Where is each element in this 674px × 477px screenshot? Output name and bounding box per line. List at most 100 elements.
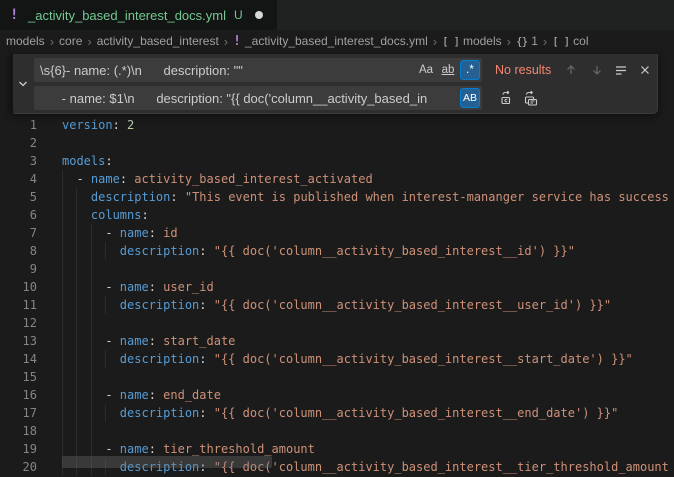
code-editor[interactable]: 1version: 223 models:4 - name: activity_b… bbox=[0, 52, 674, 477]
breadcrumb-separator: › bbox=[433, 34, 437, 49]
find-results-status: No results bbox=[495, 58, 551, 82]
code-line[interactable]: 8 description: "{{ doc('column__activity… bbox=[0, 242, 674, 260]
indent-guide bbox=[62, 350, 63, 368]
arrow-up-icon bbox=[564, 63, 578, 77]
tab-filename: _activity_based_interest_docs.yml bbox=[28, 8, 226, 23]
line-content: - name: id bbox=[62, 224, 674, 242]
indent-guide bbox=[91, 242, 92, 260]
preserve-case-toggle[interactable]: AB bbox=[460, 88, 480, 108]
line-number: 9 bbox=[0, 260, 37, 278]
previous-match-button[interactable] bbox=[561, 60, 581, 80]
line-number: 14 bbox=[0, 350, 37, 368]
code-line[interactable]: 7 - name: id bbox=[0, 224, 674, 242]
line-number: 11 bbox=[0, 296, 37, 314]
editor-tab[interactable]: ! _activity_based_interest_docs.yml U bbox=[0, 0, 277, 30]
code-line[interactable]: 13 - name: start_date bbox=[0, 332, 674, 350]
replace-input-box: AB bbox=[34, 86, 482, 110]
code-line[interactable]: 5 description: "This event is published … bbox=[0, 188, 674, 206]
regex-toggle[interactable]: .* bbox=[460, 60, 480, 80]
indent-guide bbox=[91, 332, 92, 350]
line-number: 3 bbox=[0, 152, 37, 170]
unsaved-changes-dot[interactable] bbox=[255, 11, 263, 19]
indent-guide bbox=[76, 368, 77, 386]
code-line[interactable]: 11 description: "{{ doc('column__activit… bbox=[0, 296, 674, 314]
line-content: version: 2 bbox=[62, 116, 674, 134]
line-content: description: "{{ doc('column__activity_b… bbox=[62, 296, 674, 314]
line-number: 4 bbox=[0, 170, 37, 188]
line-number: 13 bbox=[0, 332, 37, 350]
line-content bbox=[62, 314, 674, 332]
breadcrumb-item[interactable]: [ ]models bbox=[442, 34, 502, 48]
vscode-window: ! _activity_based_interest_docs.yml U mo… bbox=[0, 0, 674, 477]
line-number: 5 bbox=[0, 188, 37, 206]
code-line[interactable]: 18 bbox=[0, 422, 674, 440]
close-icon bbox=[638, 63, 652, 77]
line-number: 19 bbox=[0, 440, 37, 458]
replace-input[interactable] bbox=[34, 86, 482, 110]
indent-guide bbox=[76, 278, 77, 296]
indent-guide bbox=[62, 386, 63, 404]
indent-guide bbox=[76, 350, 77, 368]
indent-guide bbox=[62, 332, 63, 350]
indent-guide bbox=[76, 332, 77, 350]
code-line[interactable]: 14 description: "{{ doc('column__activit… bbox=[0, 350, 674, 368]
indent-guide bbox=[91, 368, 92, 386]
breadcrumb-item[interactable]: core bbox=[59, 34, 82, 48]
code-line[interactable]: 12 bbox=[0, 314, 674, 332]
toggle-replace-button[interactable] bbox=[13, 54, 32, 113]
indent-guide bbox=[91, 260, 92, 278]
next-match-button[interactable] bbox=[587, 60, 607, 80]
code-line[interactable]: 3 models: bbox=[0, 152, 674, 170]
indent-guide bbox=[62, 278, 63, 296]
match-case-toggle[interactable]: Aa bbox=[416, 60, 436, 80]
yaml-file-icon: ! bbox=[10, 7, 22, 23]
indent-guide bbox=[91, 278, 92, 296]
breadcrumb-item[interactable]: !_activity_based_interest_docs.yml bbox=[233, 34, 428, 49]
line-content: models: bbox=[62, 152, 674, 170]
find-input-box: Aa ab .* bbox=[34, 58, 482, 82]
replace-all-button[interactable] bbox=[521, 88, 541, 108]
replace-all-icon bbox=[523, 90, 539, 106]
indent-guide bbox=[105, 296, 106, 314]
breadcrumb-label: activity_based_interest bbox=[97, 34, 219, 48]
indent-guide bbox=[76, 242, 77, 260]
indent-guide bbox=[62, 314, 63, 332]
find-replace-widget: Aa ab .* No results AB bbox=[10, 54, 658, 114]
symbol-object-icon: {} bbox=[516, 35, 527, 48]
find-in-selection-button[interactable] bbox=[611, 60, 631, 80]
code-line[interactable]: 16 - name: end_date bbox=[0, 386, 674, 404]
code-line[interactable]: 6 columns: bbox=[0, 206, 674, 224]
code-line[interactable]: 2 bbox=[0, 134, 674, 152]
find-input[interactable] bbox=[34, 58, 482, 82]
indent-guide bbox=[62, 296, 63, 314]
breadcrumb-item[interactable]: [ ]col bbox=[552, 34, 588, 48]
code-line[interactable]: 4 - name: activity_based_interest_activa… bbox=[0, 170, 674, 188]
close-find-widget-button[interactable] bbox=[635, 60, 655, 80]
breadcrumb-item[interactable]: {}1 bbox=[516, 34, 538, 48]
code-line[interactable]: 9 bbox=[0, 260, 674, 278]
code-line[interactable]: 15 bbox=[0, 368, 674, 386]
indent-guide bbox=[62, 188, 63, 206]
code-line[interactable]: 10 - name: user_id bbox=[0, 278, 674, 296]
indent-guide bbox=[91, 386, 92, 404]
breadcrumb-item[interactable]: activity_based_interest bbox=[97, 34, 219, 48]
code-line[interactable]: 17 description: "{{ doc('column__activit… bbox=[0, 404, 674, 422]
indent-guide bbox=[76, 422, 77, 440]
replace-button[interactable] bbox=[497, 88, 517, 108]
breadcrumb-label: _activity_based_interest_docs.yml bbox=[245, 34, 428, 48]
line-content bbox=[62, 368, 674, 386]
breadcrumb-label: core bbox=[59, 34, 82, 48]
breadcrumb-label: col bbox=[573, 34, 588, 48]
chevron-down-icon bbox=[16, 77, 30, 91]
line-content: - name: start_date bbox=[62, 332, 674, 350]
indent-guide bbox=[76, 404, 77, 422]
breadcrumb-item[interactable]: models bbox=[6, 34, 45, 48]
line-content: - name: user_id bbox=[62, 278, 674, 296]
indent-guide bbox=[62, 206, 63, 224]
indent-guide bbox=[62, 242, 63, 260]
horizontal-scrollbar[interactable] bbox=[62, 456, 272, 468]
whole-word-toggle[interactable]: ab bbox=[438, 60, 458, 80]
code-line[interactable]: 1version: 2 bbox=[0, 116, 674, 134]
indent-guide bbox=[76, 260, 77, 278]
breadcrumb-separator: › bbox=[50, 34, 54, 49]
